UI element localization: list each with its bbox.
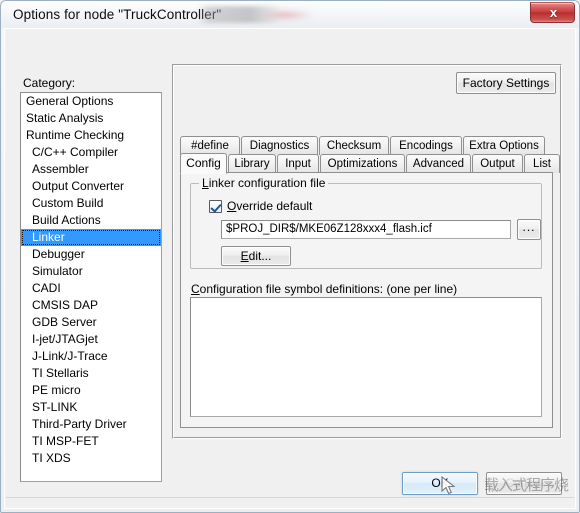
category-item-ti-xds[interactable]: TI XDS: [21, 450, 161, 467]
category-item-assembler[interactable]: Assembler: [21, 161, 161, 178]
category-item-static-analysis[interactable]: Static Analysis: [21, 110, 161, 127]
tab-optimizations[interactable]: Optimizations: [320, 154, 405, 173]
tab-input[interactable]: Input: [277, 154, 319, 173]
footer-divider: [6, 497, 574, 498]
category-item-cmsis-dap[interactable]: CMSIS DAP: [21, 297, 161, 314]
category-label: Category:: [23, 76, 76, 90]
category-item-pe-micro[interactable]: PE micro: [21, 382, 161, 399]
category-item-output-converter[interactable]: Output Converter: [21, 178, 161, 195]
options-dialog: Options for node "TruckController" x Cat…: [0, 0, 580, 513]
browse-config-file-button[interactable]: ...: [517, 219, 541, 240]
linker-config-groupbox: Linker configuration file Override defau…: [190, 176, 542, 269]
factory-settings-button[interactable]: Factory Settings: [456, 72, 556, 94]
category-item-gdb-server[interactable]: GDB Server: [21, 314, 161, 331]
override-default-checkbox-row[interactable]: Override default: [209, 199, 312, 213]
tab-checksum[interactable]: Checksum: [319, 136, 389, 155]
close-icon: x: [549, 5, 558, 20]
tab-advanced[interactable]: Advanced: [406, 154, 471, 173]
category-item-i-jet-jtagjet[interactable]: I-jet/JTAGjet: [21, 331, 161, 348]
category-item-cadi[interactable]: CADI: [21, 280, 161, 297]
edit-rest: dit...: [248, 249, 272, 263]
edit-mnemonic: E: [240, 249, 249, 263]
config-tab-panel: Linker configuration file Override defau…: [180, 172, 553, 428]
category-item-ti-msp-fet[interactable]: TI MSP-FET: [21, 433, 161, 450]
symdef-mnemonic: C: [191, 282, 200, 296]
window-title: Options for node "TruckController": [13, 7, 222, 22]
category-item-general-options[interactable]: General Options: [21, 93, 161, 110]
cancel-button[interactable]: Cancel: [486, 472, 562, 495]
category-item-linker[interactable]: Linker: [21, 229, 161, 246]
config-file-path-input[interactable]: $PROJ_DIR$/MKE06Z128xxx4_flash.icf: [221, 220, 511, 239]
category-item-c-c-compiler[interactable]: C/C++ Compiler: [21, 144, 161, 161]
category-item-st-link[interactable]: ST-LINK: [21, 399, 161, 416]
linker-config-group-title: Linker configuration file: [199, 176, 329, 190]
tab-extra-options[interactable]: Extra Options: [463, 136, 545, 155]
group-title-rest: inker configuration file: [208, 176, 326, 190]
symbol-definitions-label: Configuration file symbol definitions: (…: [191, 282, 457, 296]
category-item-runtime-checking[interactable]: Runtime Checking: [21, 127, 161, 144]
tab-diagnostics[interactable]: Diagnostics: [241, 136, 318, 155]
redacted-title-suffix: [197, 6, 317, 23]
tab-library[interactable]: Library: [228, 154, 276, 173]
override-default-label: Override default: [227, 199, 312, 213]
category-item-third-party-driver[interactable]: Third-Party Driver: [21, 416, 161, 433]
category-item-j-link-j-trace[interactable]: J-Link/J-Trace: [21, 348, 161, 365]
category-item-simulator[interactable]: Simulator: [21, 263, 161, 280]
category-item-build-actions[interactable]: Build Actions: [21, 212, 161, 229]
tab-config[interactable]: Config: [180, 153, 227, 174]
close-button[interactable]: x: [530, 2, 575, 23]
symdef-rest: onfiguration file symbol definitions: (o…: [199, 282, 458, 296]
tab-output[interactable]: Output: [472, 154, 523, 173]
override-default-checkbox[interactable]: [209, 199, 222, 213]
category-list[interactable]: General Options Static Analysis Runtime Ch…: [20, 92, 162, 482]
symbol-definitions-textarea[interactable]: [190, 297, 542, 417]
category-item-custom-build[interactable]: Custom Build: [21, 195, 161, 212]
edit-config-button[interactable]: Edit...: [221, 246, 291, 266]
override-rest: verride default: [236, 199, 313, 213]
ok-button[interactable]: OK: [402, 472, 478, 495]
category-item-ti-stellaris[interactable]: TI Stellaris: [21, 365, 161, 382]
override-mnemonic: O: [227, 199, 237, 213]
tab-encodings[interactable]: Encodings: [390, 136, 462, 155]
group-title-mnemonic: L: [202, 176, 209, 190]
category-item-debugger[interactable]: Debugger: [21, 246, 161, 263]
title-bar: Options for node "TruckController" x: [1, 1, 579, 28]
tab-list[interactable]: List: [524, 154, 560, 173]
